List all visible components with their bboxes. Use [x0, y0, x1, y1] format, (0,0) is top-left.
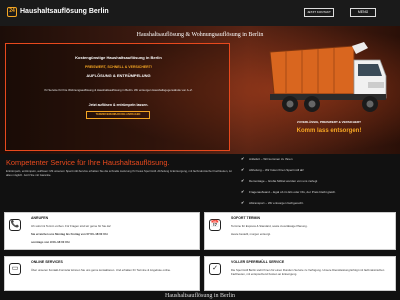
checklist-item: ✔ Abholung – Wir holen Ihren Sperrmüll ab… [241, 167, 305, 173]
checklist-item: ✔ Fragenaufwand – Egal ob im EG oder OG, … [241, 189, 337, 195]
hero-tagline: PREISWERT, SCHNELL & VERSICHERT! [84, 65, 153, 69]
card-text: Termine für Express & Standard, sowie zu… [231, 224, 308, 228]
hero-title: Haushaltsauflösung & Wohnungsauflösung i… [136, 32, 264, 38]
service-description: Entrümpeln, entrümpeln, auflösen: Mit un… [6, 169, 232, 177]
contact-button[interactable]: JETZT KONTAKT [304, 8, 334, 17]
check-icon: ✔ [241, 189, 245, 194]
menu-button[interactable]: MENÜ [350, 8, 376, 17]
check-icon: ✔ [241, 156, 245, 161]
check-icon: ✔ [241, 167, 245, 172]
checklist-item: ✔ Demontage – Große Möbel werden von uns … [241, 178, 318, 184]
card-call[interactable]: 📞 ANRUFEN Ich sofort & Termin vorben. Fü… [4, 212, 200, 250]
card-online-services[interactable]: ▭ ONLINE SERVICES Über unseren Kontakt-F… [4, 256, 200, 291]
card-text: Heute bestellt, morgen entsorgt. [231, 232, 271, 236]
card-title: ONLINE SERVICES [31, 260, 63, 264]
truck-slogan: Komm lass entsorgen! [296, 128, 362, 134]
appointment-request-button[interactable]: TERMINVEREINBARUNG ANFRAGEN [86, 111, 150, 119]
checklist-item: ✔ Anliefert – Wir kommen zu Ihnen [241, 156, 293, 162]
check-icon: ✔ [241, 178, 245, 183]
logo-icon[interactable]: 24 [7, 7, 17, 17]
checklist-item: ✔ Abtransport – Wir entsorgen fachgerecht… [241, 200, 304, 206]
truck-image [269, 42, 387, 112]
card-text: Ich sofort & Termin vorben. Für Fragen s… [31, 224, 111, 228]
card-full-service[interactable]: ✓ VOLLER SPERRMÜLL SERVICE Die Sperrmüll… [204, 256, 396, 291]
calendar-icon: 📅 [209, 219, 221, 231]
card-text: sonntags von 9:00–18:00 Uhr [31, 240, 70, 244]
phone-icon: 📞 [9, 219, 21, 231]
card-text: Die Sperrmüll Berlin steht Ihnen für ein… [231, 268, 385, 276]
card-title: VOLLER SPERRMÜLL SERVICE [231, 260, 285, 264]
hero-section: Haushaltsauflösung & Wohnungsauflösung i… [0, 26, 400, 154]
hero-call-to-action-text: Jetzt auflösen & entrümpeln lassen. [88, 103, 149, 107]
hero-subheadline: AUFLÖSUNG & ENTRÜMPELUNG [86, 73, 151, 78]
check-icon: ✔ [241, 200, 245, 205]
card-title: ANRUFEN [31, 216, 49, 220]
service-heading: Kompetenter Service für Ihre Haushaltsau… [6, 158, 170, 167]
brand-name[interactable]: Haushaltsauflösung Berlin [20, 8, 109, 15]
card-text: Über unseren Kontakt-Formular können Sie… [31, 268, 171, 272]
top-header: 24 Haushaltsauflösung Berlin JETZT KONTA… [0, 0, 400, 26]
checkmark-icon: ✓ [209, 263, 221, 275]
hero-info-box: Kostengünstige Haushaltsauflösung in Ber… [5, 43, 230, 151]
bottom-section-title: Haushaltsauflösung in Berlin [165, 293, 235, 299]
feature-checklist: ✔ Anliefert – Wir kommen zu Ihnen ✔ Abholu… [241, 157, 399, 212]
card-appointment[interactable]: 📅 SOFORT TERMIN Termine für Express & St… [204, 212, 396, 250]
monitor-icon: ▭ [9, 263, 21, 275]
card-text: Sie erreichen uns Montag bis Freitag von… [31, 232, 108, 236]
hero-description: Ihr Service für Ihre Wohnungsauflösung &… [44, 88, 193, 92]
hero-headline: Kostengünstige Haushaltsauflösung in Ber… [75, 55, 162, 60]
card-title: SOFORT TERMIN [231, 216, 260, 220]
truck-caption: ZUVERLÄSSIG, PREISWERT & VERSICHERT [296, 120, 361, 124]
